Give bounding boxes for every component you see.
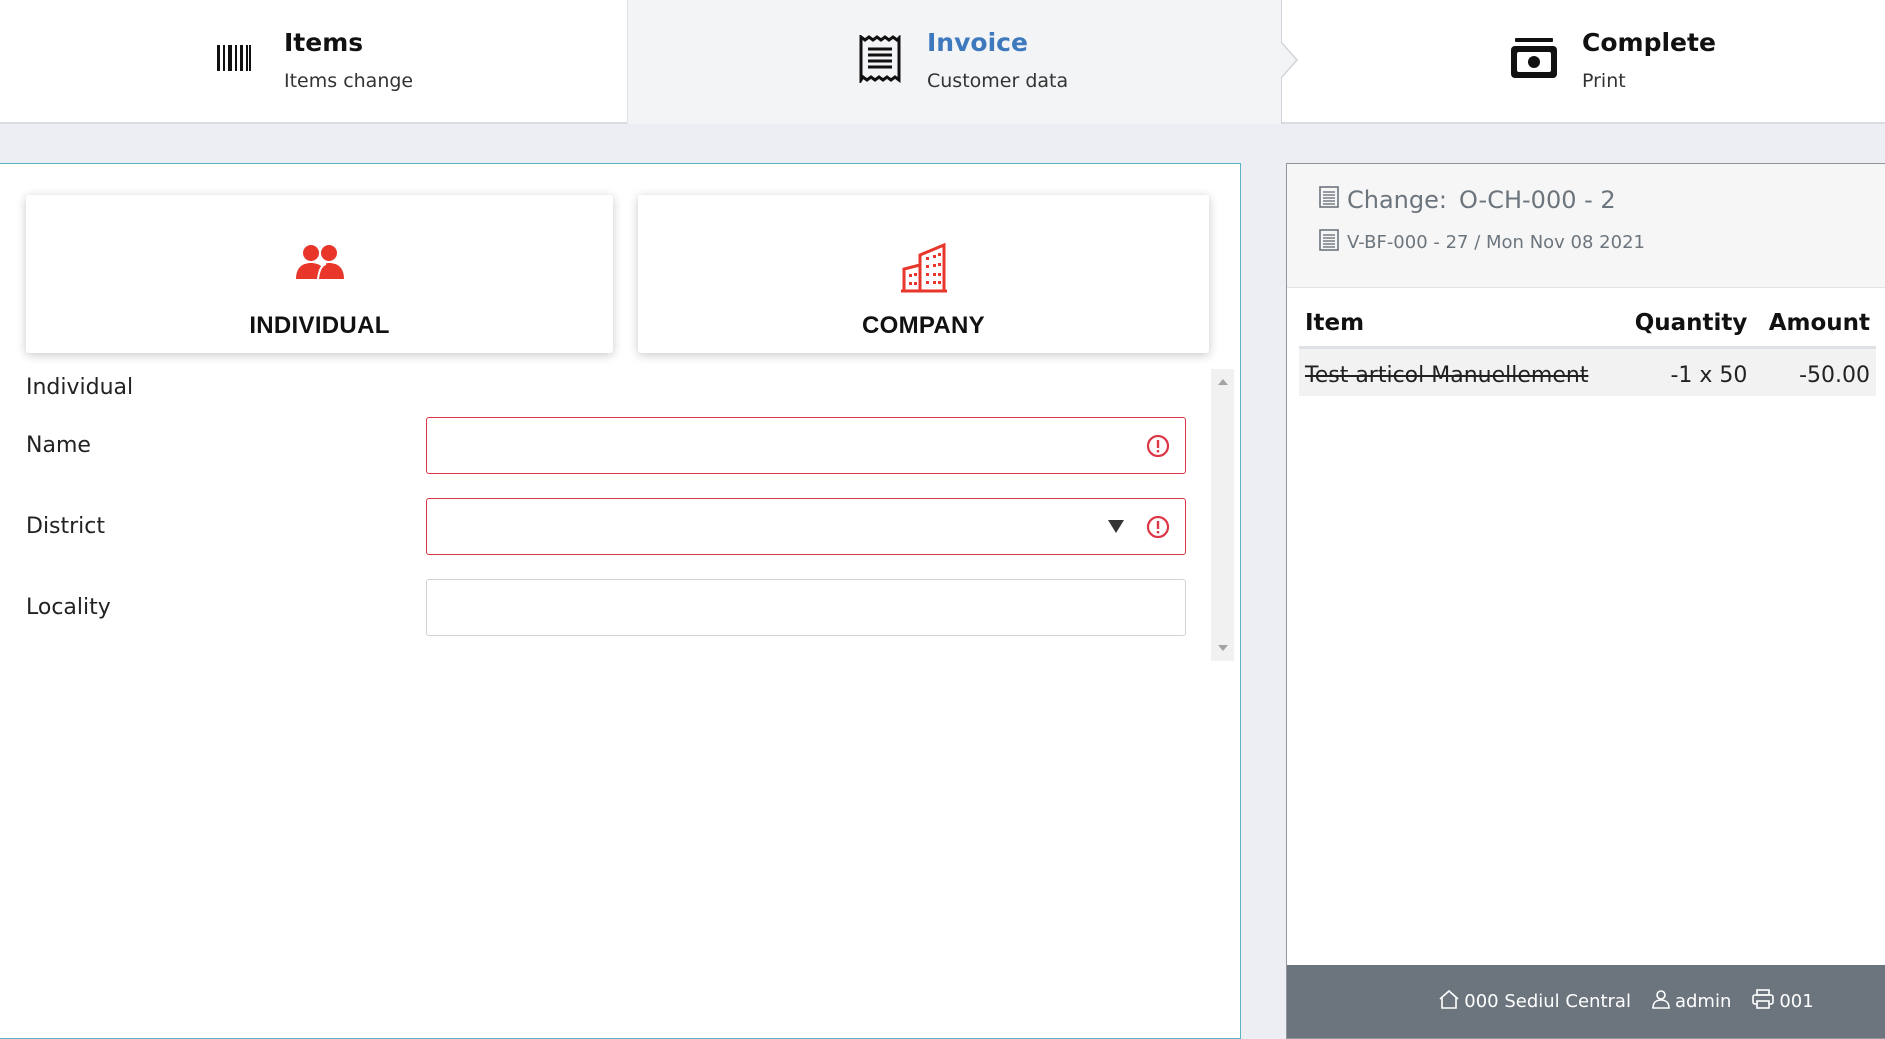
- document-icon: [1319, 229, 1339, 256]
- step-invoice[interactable]: Invoice Customer data: [627, 0, 1282, 124]
- change-line: Change: O-CH-000 - 2: [1319, 186, 1616, 214]
- locality-input[interactable]: [426, 579, 1186, 636]
- customer-form: Individual Name District Locality: [26, 369, 1234, 661]
- receipt-icon: [858, 34, 902, 87]
- scroll-down-icon[interactable]: [1218, 645, 1228, 651]
- step-items-title: Items: [284, 28, 364, 57]
- company-label: COMPANY: [862, 312, 985, 339]
- users-icon: [295, 243, 345, 285]
- name-row: Name: [26, 417, 1186, 475]
- change-number: O-CH-000 - 2: [1458, 186, 1616, 214]
- status-bar: 000 Sediul Central admin 001: [1287, 965, 1885, 1038]
- form-scrollbar[interactable]: [1211, 369, 1234, 661]
- district-row: District: [26, 498, 1186, 556]
- step-complete[interactable]: Complete Print: [1282, 0, 1885, 124]
- home-icon: [1438, 989, 1464, 1014]
- name-input[interactable]: [426, 417, 1186, 474]
- form-section-title: Individual: [26, 375, 134, 400]
- locality-row: Locality: [26, 579, 1186, 637]
- printer-text: 001: [1779, 991, 1814, 1012]
- step-items[interactable]: Items Items change: [0, 0, 627, 124]
- name-label: Name: [26, 433, 91, 458]
- error-icon: [1146, 434, 1170, 462]
- receipt-panel: Change: O-CH-000 - 2 V-BF-000 - 27 / Mon…: [1286, 163, 1885, 1039]
- step-complete-title: Complete: [1582, 28, 1716, 57]
- district-label: District: [26, 514, 106, 539]
- status-location: 000 Sediul Central: [1438, 989, 1631, 1014]
- building-icon: [900, 242, 948, 297]
- barcode-icon: [217, 45, 251, 75]
- location-text: 000 Sediul Central: [1464, 991, 1631, 1012]
- user-text: admin: [1674, 991, 1732, 1012]
- step-items-subtitle: Items change: [284, 70, 414, 92]
- receipt-items-table: Item Quantity Amount Test articol Manuel…: [1299, 298, 1876, 396]
- table-row[interactable]: Test articol Manuellement -1 x 50 -50.00: [1299, 347, 1876, 396]
- row-amount: -50.00: [1753, 347, 1876, 396]
- status-printer: 001: [1751, 989, 1814, 1014]
- column-item: Item: [1299, 298, 1619, 349]
- column-amount: Amount: [1753, 298, 1876, 349]
- document-line: V-BF-000 - 27 / Mon Nov 08 2021: [1319, 229, 1645, 256]
- receipt-header: Change: O-CH-000 - 2 V-BF-000 - 27 / Mon…: [1287, 164, 1885, 288]
- step-invoice-subtitle: Customer data: [927, 70, 1069, 92]
- individual-label: INDIVIDUAL: [249, 312, 390, 339]
- row-item: Test articol Manuellement: [1299, 347, 1619, 396]
- cash-icon: [1509, 38, 1559, 84]
- error-icon: [1146, 515, 1170, 543]
- printer-icon: [1751, 989, 1779, 1014]
- step-invoice-title: Invoice: [927, 28, 1028, 57]
- scroll-up-icon[interactable]: [1218, 379, 1228, 385]
- company-type-button[interactable]: COMPANY: [638, 195, 1209, 353]
- individual-type-button[interactable]: INDIVIDUAL: [26, 195, 613, 353]
- district-select[interactable]: [426, 498, 1186, 555]
- step-complete-subtitle: Print: [1582, 70, 1626, 92]
- customer-data-panel: INDIVIDUAL COMPANY Individual Name Distr…: [0, 163, 1241, 1039]
- row-quantity: -1 x 50: [1618, 347, 1754, 396]
- document-icon: [1319, 186, 1339, 214]
- change-label: Change:: [1347, 186, 1447, 214]
- locality-label: Locality: [26, 595, 111, 620]
- column-quantity: Quantity: [1618, 298, 1754, 349]
- status-user: admin: [1651, 989, 1731, 1014]
- document-number: V-BF-000 - 27 / Mon Nov 08 2021: [1347, 232, 1645, 253]
- table-header-row: Item Quantity Amount: [1299, 298, 1876, 349]
- checkout-stepper: Items Items change Invoice Customer data: [0, 0, 1885, 124]
- chevron-down-icon[interactable]: [1108, 520, 1124, 533]
- user-icon: [1651, 989, 1675, 1014]
